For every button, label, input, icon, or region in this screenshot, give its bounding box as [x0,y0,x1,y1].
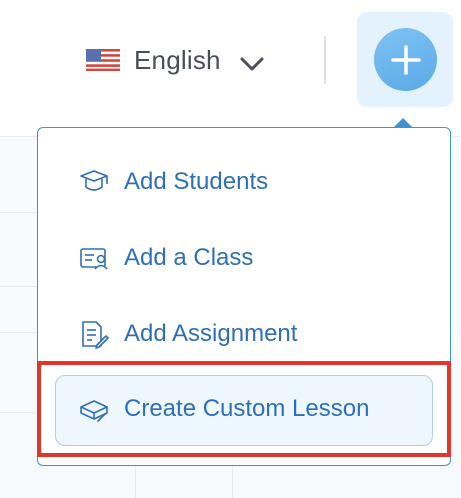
chevron-down-icon [239,50,265,71]
plus-icon [390,44,421,75]
assignment-doc-icon [78,318,110,350]
menu-item-label: Add a Class [124,244,254,271]
menu-caret [393,118,413,128]
menu-item-add-assignment[interactable]: Add Assignment [78,318,297,350]
us-flag-icon [86,49,120,71]
menu-item-label: Add Assignment [124,320,298,347]
bg-column-line [232,466,233,498]
header-divider [324,36,326,84]
language-label: English [134,44,221,75]
class-card-icon [78,242,110,274]
graduation-cap-icon [78,166,110,198]
menu-item-label: Add Students [124,168,269,195]
add-button-container [357,12,453,107]
language-selector[interactable]: English [86,42,265,78]
add-button[interactable] [374,28,437,91]
menu-item-add-class[interactable]: Add a Class [78,242,253,274]
menu-item-add-students[interactable]: Add Students [78,166,268,198]
highlight-outline [37,361,451,457]
